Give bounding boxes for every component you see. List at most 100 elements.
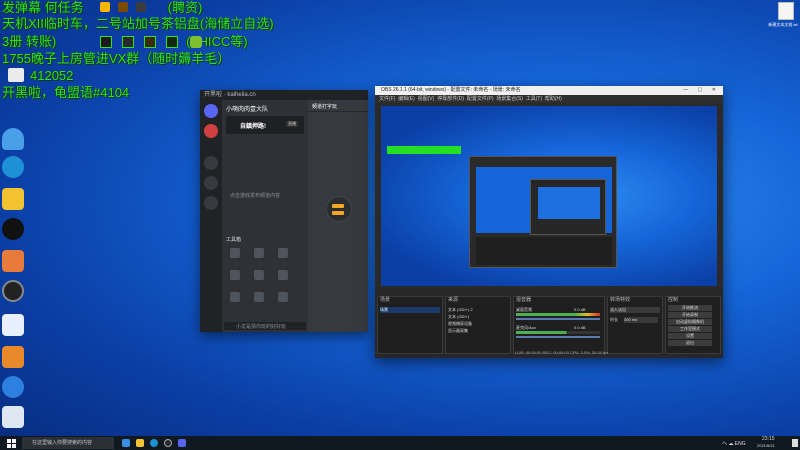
- explore-icon[interactable]: [204, 176, 218, 190]
- tool-icon[interactable]: [278, 248, 288, 258]
- duration-label: 时长: [610, 317, 618, 322]
- network-icon[interactable]: [2, 128, 24, 150]
- settings-button[interactable]: 设置: [668, 333, 712, 339]
- transitions-panel: 转场特效 淡入淡出 时长 300 ms: [607, 296, 663, 354]
- tool-icon[interactable]: [254, 248, 264, 258]
- taskbar-search[interactable]: 在这里输入你要搜索的内容: [22, 437, 114, 449]
- scenes-header: 场景: [380, 297, 391, 303]
- empty-illustration: [326, 196, 352, 222]
- menu-view[interactable]: 视图(V): [418, 96, 435, 102]
- overlay-emoji-icon: [100, 2, 110, 12]
- volume-slider[interactable]: [516, 336, 600, 338]
- obs-statusbar: LIVE: 00:00:00 REC: 00:00:00 CPU: 3.0%, …: [515, 350, 609, 355]
- banner-badge: 直播: [286, 121, 298, 127]
- start-button[interactable]: [0, 436, 22, 450]
- chat-icon[interactable]: [2, 314, 24, 336]
- overlay-line-5: 412052: [30, 68, 74, 83]
- transitions-header: 转场特效: [610, 297, 631, 303]
- add-server-icon[interactable]: [204, 156, 218, 170]
- controls-panel: 控制 开始推流 开始录制 启动虚拟摄像机 工作室模式 设置 退出: [665, 296, 721, 354]
- taskbar: 在这里输入你要搜索的内容 へ ☁ ENG 23:15 2021/6/21: [0, 436, 800, 450]
- transition-select[interactable]: 淡入淡出: [610, 307, 660, 313]
- app-icon[interactable]: [2, 250, 24, 272]
- source-item[interactable]: 文本 (GDI+) 2: [448, 307, 473, 313]
- server-rail: [200, 100, 222, 332]
- server-name: 小萌肉肉壹大队: [226, 107, 269, 113]
- menu-tools[interactable]: 工具(T): [526, 96, 542, 102]
- overlay-emoji-icon: [118, 2, 128, 12]
- menu-edit[interactable]: 编辑(E): [398, 96, 415, 102]
- tool-icon[interactable]: [278, 292, 288, 302]
- tool-icon[interactable]: [230, 292, 240, 302]
- overlay-emoji-icon: [136, 2, 146, 12]
- menu-help[interactable]: 帮助(H): [545, 96, 562, 102]
- text-file-icon[interactable]: [778, 2, 794, 20]
- menu-scene-collection[interactable]: 场景集合(S): [496, 96, 523, 102]
- text-file-label: 新建文本文档.txt: [768, 22, 798, 27]
- source-item[interactable]: 文本 (GDI+): [448, 314, 469, 320]
- obs-preview[interactable]: [381, 106, 717, 286]
- exit-button[interactable]: 退出: [668, 340, 712, 346]
- settings-icon[interactable]: [204, 296, 218, 310]
- qq-icon[interactable]: [2, 218, 24, 240]
- toolbox-label: 工具箱: [226, 237, 242, 243]
- monitor-icon[interactable]: [2, 406, 24, 428]
- window-controls[interactable]: — ▢ ✕: [683, 87, 720, 93]
- obs-titlebar: OBS 26.1.1 (64-bit, windows) - 配置文件: 未命名…: [375, 86, 723, 95]
- explorer-icon[interactable]: [136, 439, 144, 447]
- k-app-icon[interactable]: [2, 376, 24, 398]
- tool-icon[interactable]: [230, 270, 240, 280]
- notification-icon[interactable]: [792, 439, 798, 447]
- overlay-line-6: 开黑啦，龟盟语#4104: [2, 85, 130, 100]
- overlay-badge-icon: [122, 36, 134, 48]
- mixer-db: 0.0 dB: [574, 307, 586, 312]
- kaiheila-taskbar-icon[interactable]: [178, 439, 186, 447]
- sources-header: 来源: [448, 297, 459, 303]
- edge-taskbar-icon[interactable]: [150, 439, 158, 447]
- tool-icon[interactable]: [254, 270, 264, 280]
- source-item[interactable]: 显示器采集: [448, 328, 468, 334]
- tool-icon[interactable]: [254, 292, 264, 302]
- menu-docks[interactable]: 停靠部件(D): [437, 96, 464, 102]
- system-tray[interactable]: へ ☁ ENG: [722, 440, 746, 447]
- tool-icon[interactable]: [230, 248, 240, 258]
- kaiheila-window[interactable]: 开黑啦 · kaiheila.cn 小萌肉肉壹大队 自鎮押路! 直播 点击游戏发…: [200, 90, 368, 332]
- windows-icon: [6, 438, 16, 448]
- volume-slider[interactable]: [516, 318, 600, 320]
- server-avatar[interactable]: [204, 124, 218, 138]
- duration-input[interactable]: 300 ms: [624, 317, 658, 323]
- mixer-panel: 混音器 桌面音频 0.0 dB 麦克风/Aux 0.0 dB: [513, 296, 605, 354]
- chat-header: 频道打字玩: [312, 104, 338, 110]
- volume-meter: [516, 313, 600, 316]
- media-icon[interactable]: [2, 280, 24, 302]
- overlay-badge-icon: [166, 36, 178, 48]
- virtual-camera-button[interactable]: 启动虚拟摄像机: [668, 319, 712, 325]
- studio-mode-button[interactable]: 工作室模式: [668, 326, 712, 332]
- download-icon[interactable]: [204, 196, 218, 210]
- home-icon[interactable]: [204, 104, 218, 118]
- obs-taskbar-icon[interactable]: [164, 439, 172, 447]
- tool-icon[interactable]: [278, 270, 288, 280]
- help-icon[interactable]: [2, 346, 24, 368]
- edge-icon[interactable]: [2, 156, 24, 178]
- game-icon[interactable]: [2, 188, 24, 210]
- mixer-header: 混音器: [516, 297, 532, 303]
- nested-obs-preview: [469, 156, 617, 268]
- start-streaming-button[interactable]: 开始推流: [668, 305, 712, 311]
- obs-dock: 场景 场景 来源 文本 (GDI+) 2 文本 (GDI+) 视频捕获设备 显示…: [375, 288, 723, 358]
- scene-item[interactable]: 场景: [380, 307, 440, 313]
- menu-profile[interactable]: 配置文件(P): [467, 96, 494, 102]
- clock-date[interactable]: 2021/6/21: [757, 443, 775, 448]
- obs-menubar: 文件(F) 编辑(E) 视图(V) 停靠部件(D) 配置文件(P) 场景集合(S…: [375, 95, 723, 103]
- scenes-panel: 场景 场景: [377, 296, 443, 354]
- user-bar[interactable]: 小龙是猜你玩的好好玩: [224, 322, 306, 330]
- clock-time[interactable]: 23:15: [762, 436, 775, 442]
- server-banner[interactable]: 自鎮押路! 直播: [226, 116, 304, 134]
- source-item[interactable]: 视频捕获设备: [448, 321, 472, 327]
- obs-window[interactable]: OBS 26.1.1 (64-bit, windows) - 配置文件: 未命名…: [375, 86, 723, 358]
- menu-file[interactable]: 文件(F): [379, 96, 395, 102]
- task-view-icon[interactable]: [122, 439, 130, 447]
- overlay-badge-icon: [190, 36, 202, 48]
- mixer-db: 0.0 dB: [574, 325, 586, 330]
- start-recording-button[interactable]: 开始录制: [668, 312, 712, 318]
